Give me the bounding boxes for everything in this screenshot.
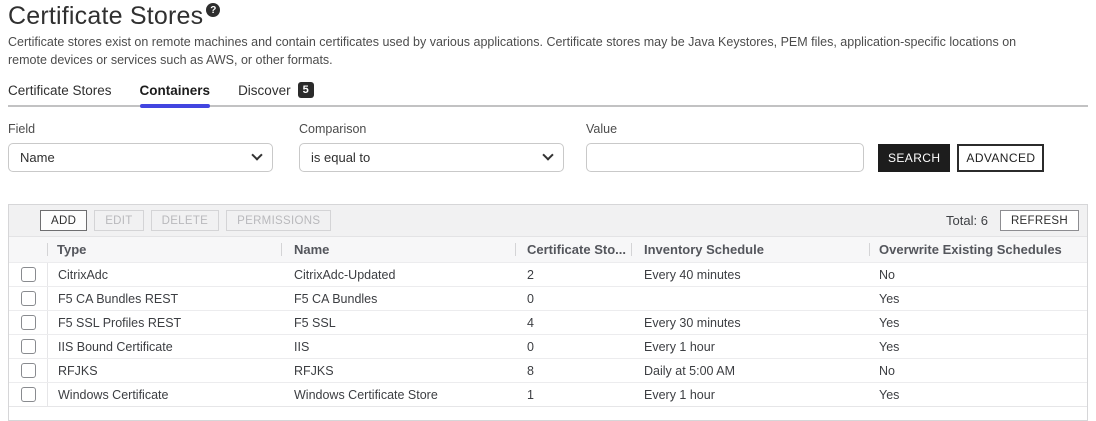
table-row[interactable]: CitrixAdc CitrixAdc-Updated 2 Every 40 m… [9,262,1087,286]
cell-name: RFJKS [281,359,515,382]
help-icon[interactable]: ? [206,3,220,17]
tab-label: Discover [238,83,291,98]
cell-certificate-stores-count: 0 [515,287,631,310]
table-row[interactable]: F5 SSL Profiles REST F5 SSL 4 Every 30 m… [9,310,1087,334]
table-row[interactable]: F5 CA Bundles REST F5 CA Bundles 0 Yes [9,286,1087,310]
field-select[interactable]: Name [8,143,273,172]
cell-overwrite-existing-schedules: Yes [869,287,1087,310]
cell-name: F5 CA Bundles [281,287,515,310]
row-checkbox[interactable] [21,291,36,306]
add-button[interactable]: ADD [40,210,87,231]
cell-type: F5 SSL Profiles REST [47,311,281,334]
page-description: Certificate stores exist on remote machi… [8,34,1054,69]
refresh-button[interactable]: REFRESH [1000,210,1079,231]
table-toolbar: ADD EDIT DELETE PERMISSIONS Total: 6 REF… [9,205,1087,236]
cell-inventory-schedule: Every 1 hour [631,383,869,406]
column-header-type[interactable]: Type [47,237,281,262]
row-checkbox[interactable] [21,387,36,402]
row-checkbox[interactable] [21,267,36,282]
tab-containers[interactable]: Containers [140,82,211,105]
cell-overwrite-existing-schedules: No [869,359,1087,382]
cell-inventory-schedule: Daily at 5:00 AM [631,359,869,382]
table-header-row: Type Name Certificate Sto... Inventory S… [9,236,1087,262]
select-all-column [9,237,47,262]
discover-count-badge: 5 [298,82,314,98]
cell-certificate-stores-count: 0 [515,335,631,358]
row-checkbox[interactable] [21,339,36,354]
cell-overwrite-existing-schedules: Yes [869,383,1087,406]
row-checkbox[interactable] [21,315,36,330]
total-count: Total: 6 [946,213,988,228]
search-button[interactable]: SEARCH [878,144,950,172]
value-label: Value [586,122,864,136]
page-title: Certificate Stores [8,1,203,31]
cell-overwrite-existing-schedules: Yes [869,311,1087,334]
cell-certificate-stores-count: 8 [515,359,631,382]
edit-button[interactable]: EDIT [94,210,143,231]
containers-table: ADD EDIT DELETE PERMISSIONS Total: 6 REF… [8,204,1088,421]
comparison-select[interactable]: is equal to [299,143,564,172]
cell-inventory-schedule: Every 30 minutes [631,311,869,334]
cell-overwrite-existing-schedules: No [869,263,1087,286]
tab-bar: Certificate Stores Containers Discover 5 [8,82,1088,107]
column-header-certificate-stores[interactable]: Certificate Sto... [515,237,631,262]
column-header-overwrite-existing-schedules[interactable]: Overwrite Existing Schedules [869,237,1087,262]
row-checkbox[interactable] [21,363,36,378]
cell-type: RFJKS [47,359,281,382]
column-header-inventory-schedule[interactable]: Inventory Schedule [631,237,869,262]
cell-name: F5 SSL [281,311,515,334]
cell-name: IIS [281,335,515,358]
cell-inventory-schedule: Every 1 hour [631,335,869,358]
cell-certificate-stores-count: 2 [515,263,631,286]
comparison-label: Comparison [299,122,564,136]
comparison-select-value: is equal to [311,150,370,165]
field-label: Field [8,122,273,136]
cell-certificate-stores-count: 4 [515,311,631,334]
search-filter-bar: Field Name Comparison is equal to Value … [8,122,1088,172]
tab-label: Containers [140,83,211,98]
certificate-stores-page: Certificate Stores ? Certificate stores … [0,1,1096,415]
table-row[interactable]: RFJKS RFJKS 8 Daily at 5:00 AM No [9,358,1087,382]
advanced-button[interactable]: ADVANCED [957,144,1044,172]
cell-overwrite-existing-schedules: Yes [869,335,1087,358]
table-row[interactable]: IIS Bound Certificate IIS 0 Every 1 hour… [9,334,1087,358]
cell-certificate-stores-count: 1 [515,383,631,406]
cell-type: Windows Certificate [47,383,281,406]
field-select-value: Name [20,150,55,165]
value-input[interactable] [586,143,864,172]
tab-discover[interactable]: Discover 5 [238,82,314,105]
cell-type: IIS Bound Certificate [47,335,281,358]
cell-inventory-schedule: Every 40 minutes [631,263,869,286]
chevron-down-icon [542,149,553,160]
cell-name: CitrixAdc-Updated [281,263,515,286]
tab-certificate-stores[interactable]: Certificate Stores [8,82,112,105]
delete-button[interactable]: DELETE [151,210,220,231]
cell-type: CitrixAdc [47,263,281,286]
table-row[interactable]: Windows Certificate Windows Certificate … [9,382,1087,406]
chevron-down-icon [251,149,262,160]
column-header-name[interactable]: Name [281,237,515,262]
cell-name: Windows Certificate Store [281,383,515,406]
table-body: CitrixAdc CitrixAdc-Updated 2 Every 40 m… [9,262,1087,406]
page-header: Certificate Stores ? [8,1,1096,31]
cell-inventory-schedule [631,287,869,310]
table-footer [9,406,1087,420]
tab-label: Certificate Stores [8,83,112,98]
permissions-button[interactable]: PERMISSIONS [226,210,331,231]
cell-type: F5 CA Bundles REST [47,287,281,310]
